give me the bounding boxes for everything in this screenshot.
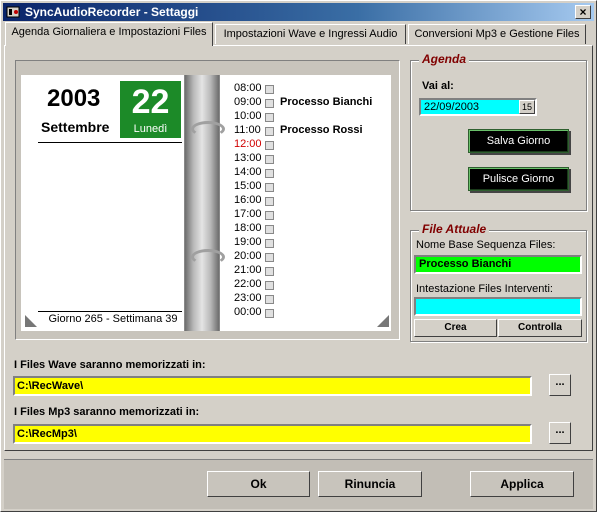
- hour-row[interactable]: 22:00: [223, 278, 393, 292]
- hour-checkbox[interactable]: [265, 211, 274, 220]
- clear-day-button[interactable]: Pulisce Giorno: [468, 167, 569, 191]
- calendar-button[interactable]: 15: [519, 100, 535, 114]
- hour-checkbox[interactable]: [265, 295, 274, 304]
- day-number: 22: [131, 83, 170, 121]
- hour-checkbox[interactable]: [265, 141, 274, 150]
- mp3-path-field[interactable]: C:\RecMp3\: [13, 424, 532, 444]
- cancel-button[interactable]: Rinuncia: [318, 471, 422, 497]
- hour-row[interactable]: 10:00: [223, 110, 393, 124]
- hour-time: 14:00: [234, 166, 262, 178]
- ok-button[interactable]: Ok: [207, 471, 310, 497]
- hour-time: 17:00: [234, 208, 262, 220]
- hour-checkbox[interactable]: [265, 113, 274, 122]
- apply-button[interactable]: Applica: [470, 471, 574, 497]
- create-button[interactable]: Crea: [414, 319, 497, 337]
- hour-time: 08:00: [234, 82, 262, 94]
- hour-checkbox[interactable]: [265, 309, 274, 318]
- hour-checkbox[interactable]: [265, 85, 274, 94]
- hour-time: 11:00: [234, 124, 261, 136]
- hour-time: 00:00: [234, 306, 262, 318]
- hour-row[interactable]: 12:00: [223, 138, 393, 152]
- hour-row[interactable]: 00:00: [223, 306, 393, 320]
- hour-time: 15:00: [234, 180, 262, 192]
- mp3-path-label: I Files Mp3 saranno memorizzati in:: [14, 406, 200, 418]
- app-icon: [6, 6, 20, 18]
- hour-row[interactable]: 16:00: [223, 194, 393, 208]
- tab-wave-audio[interactable]: Impostazioni Wave e Ingressi Audio: [215, 24, 406, 44]
- agenda-group-title: Agenda: [419, 52, 470, 66]
- hour-checkbox[interactable]: [265, 127, 274, 136]
- hour-row[interactable]: 15:00: [223, 180, 393, 194]
- interventions-label: Intestazione Files Interventi:: [416, 283, 553, 295]
- hour-time: 10:00: [234, 110, 262, 122]
- wave-path-label: I Files Wave saranno memorizzati in:: [14, 359, 206, 371]
- goto-label: Vai al:: [422, 80, 454, 92]
- binder-ring-bottom: [191, 249, 225, 265]
- mp3-browse-button[interactable]: ...: [549, 422, 571, 444]
- hour-row[interactable]: 19:00: [223, 236, 393, 250]
- hour-row[interactable]: 09:00 Processo Bianchi: [223, 96, 393, 110]
- day-box: 22 Lunedì: [120, 81, 181, 138]
- close-button[interactable]: ×: [575, 5, 591, 19]
- hour-time: 12:00: [234, 138, 262, 150]
- interventions-field[interactable]: [414, 297, 582, 316]
- hour-time: 22:00: [234, 278, 262, 290]
- sequence-base-label: Nome Base Sequenza Files:: [416, 239, 556, 251]
- hour-row[interactable]: 23:00: [223, 292, 393, 306]
- wave-path-field[interactable]: C:\RecWave\: [13, 376, 532, 396]
- planner-month: Settembre: [41, 119, 110, 135]
- hour-time: 23:00: [234, 292, 262, 304]
- hour-time: 18:00: [234, 222, 262, 234]
- hour-checkbox[interactable]: [265, 99, 274, 108]
- window-title: SyncAudioRecorder - Settaggi: [25, 5, 199, 19]
- divider: [38, 311, 182, 312]
- current-file-group-title: File Attuale: [419, 222, 490, 236]
- hour-time: 20:00: [234, 250, 262, 262]
- hour-row[interactable]: 11:00 Processo Rossi: [223, 124, 393, 138]
- settings-window: SyncAudioRecorder - Settaggi × Agenda Gi…: [0, 0, 597, 512]
- hour-row[interactable]: 21:00: [223, 264, 393, 278]
- day-name: Lunedì: [133, 123, 168, 135]
- hour-time: 09:00: [234, 96, 262, 108]
- hour-checkbox[interactable]: [265, 169, 274, 178]
- title-bar[interactable]: SyncAudioRecorder - Settaggi ×: [3, 3, 594, 21]
- planner-spine: [185, 75, 219, 331]
- hour-row[interactable]: 18:00: [223, 222, 393, 236]
- hour-checkbox[interactable]: [265, 197, 274, 206]
- hour-row[interactable]: 13:00: [223, 152, 393, 166]
- hour-row[interactable]: 17:00: [223, 208, 393, 222]
- wave-browse-button[interactable]: ...: [549, 374, 571, 396]
- page-back-corner[interactable]: [25, 315, 37, 327]
- tab-agenda[interactable]: Agenda Giornaliera e Impostazioni Files: [5, 22, 213, 46]
- hour-row[interactable]: 20:00: [223, 250, 393, 264]
- hour-checkbox[interactable]: [265, 253, 274, 262]
- hour-checkbox[interactable]: [265, 183, 274, 192]
- hour-time: 13:00: [234, 152, 262, 164]
- hour-event: Processo Rossi: [280, 124, 363, 136]
- binder-ring-top: [191, 121, 225, 137]
- day-info: Giorno 265 - Settimana 39: [48, 313, 178, 325]
- hour-checkbox[interactable]: [265, 225, 274, 234]
- hour-checkbox[interactable]: [265, 239, 274, 248]
- hour-row[interactable]: 14:00: [223, 166, 393, 180]
- hour-time: 21:00: [234, 264, 262, 276]
- hour-event: Processo Bianchi: [280, 96, 373, 108]
- hour-checkbox[interactable]: [265, 281, 274, 290]
- hour-checkbox[interactable]: [265, 155, 274, 164]
- divider: [38, 142, 182, 143]
- planner-year: 2003: [47, 85, 101, 112]
- hour-checkbox[interactable]: [265, 267, 274, 276]
- save-day-button[interactable]: Salva Giorno: [468, 129, 569, 153]
- sequence-base-field[interactable]: Processo Bianchi: [414, 255, 582, 274]
- tab-mp3-files[interactable]: Conversioni Mp3 e Gestione Files: [408, 24, 586, 44]
- hour-time: 19:00: [234, 236, 262, 248]
- check-button[interactable]: Controlla: [498, 319, 582, 337]
- hour-time: 16:00: [234, 194, 262, 206]
- hour-row[interactable]: 08:00: [223, 82, 393, 96]
